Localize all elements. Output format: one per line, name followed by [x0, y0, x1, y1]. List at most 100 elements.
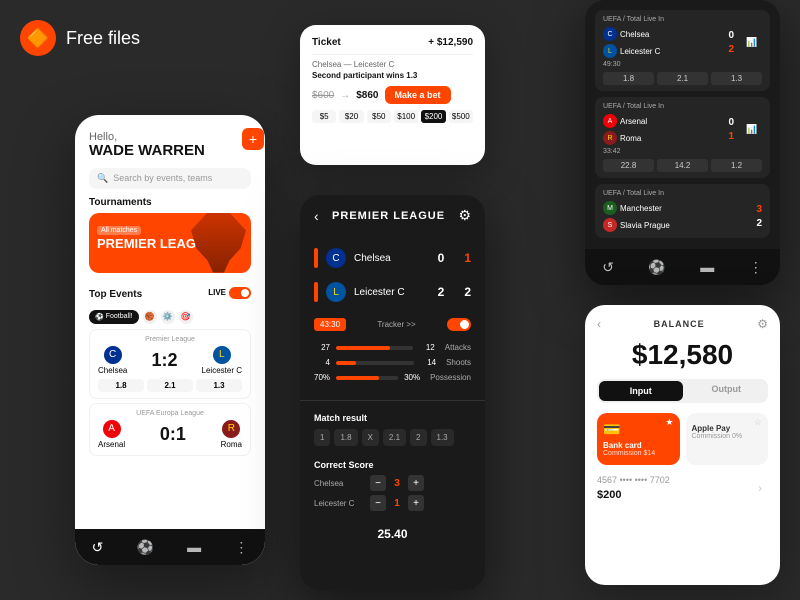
- team-row-leicester: L Leicester C 2 2: [314, 278, 471, 306]
- app-title: Free files: [66, 28, 140, 49]
- chelsea-minus[interactable]: −: [370, 475, 386, 491]
- team1-arsenal: A Arsenal: [98, 420, 125, 449]
- bank-card-option[interactable]: 💳 Bank card Commission $14 ★: [597, 413, 680, 465]
- leicester-icon: L: [326, 282, 346, 302]
- card-info-row: 4567 •••• •••• 7702 $200 ›: [597, 475, 768, 501]
- balance-header: ‹ BALANCE ⚙: [597, 317, 768, 331]
- rnav-card-icon[interactable]: ▬: [700, 259, 714, 275]
- result-2[interactable]: 2: [410, 429, 426, 446]
- team1-name: Arsenal: [98, 440, 125, 449]
- cs-team2: Leicester C: [314, 499, 364, 508]
- match-card-2[interactable]: UEFA Europa League A Arsenal 0:1 R Roma: [89, 403, 251, 456]
- result-1[interactable]: 1: [314, 429, 330, 446]
- attacks-bar: [336, 346, 413, 350]
- card-number: 4567 •••• •••• 7702: [597, 475, 768, 485]
- tournament-card[interactable]: All matches PREMIER LEAGUE: [89, 213, 251, 273]
- result-1.8[interactable]: 1.8: [334, 429, 357, 446]
- live-toggle[interactable]: [229, 287, 251, 299]
- leicester-plus[interactable]: +: [408, 495, 424, 511]
- ticket-match: Chelsea — Leicester C: [312, 60, 473, 69]
- leicester-minus[interactable]: −: [370, 495, 386, 511]
- divider-1: [300, 400, 485, 401]
- back-icon[interactable]: ‹: [314, 208, 319, 224]
- live-label: LIVE: [208, 288, 226, 297]
- phone-left: Hello, WADE WARREN 🔍 Search by events, t…: [75, 115, 265, 565]
- top-bar: 🔶 Free files: [20, 20, 140, 56]
- apple-pay-option[interactable]: Apple Pay Commission 0% ☆: [686, 413, 769, 465]
- team-row-chelsea: C Chelsea 0 1: [314, 244, 471, 272]
- card-amount: $200: [597, 489, 768, 501]
- qa-50[interactable]: $50: [367, 110, 391, 123]
- team2-roma: R Roma: [221, 420, 242, 449]
- rmi3-t1-icon: M: [603, 201, 617, 215]
- right-match-1: UEFA / Total Live In C Chelsea L Leicest…: [595, 10, 770, 91]
- odd-3[interactable]: 1.3: [196, 379, 242, 392]
- ticket-win-type: Second participant wins 1.3: [312, 71, 473, 80]
- input-btn[interactable]: Input: [599, 381, 683, 401]
- cs-team1: Chelsea: [314, 479, 364, 488]
- rnav-menu-icon[interactable]: ⋮: [749, 259, 763, 276]
- poss-bar: [336, 376, 398, 380]
- poss-home-val: 70%: [314, 373, 330, 382]
- qa-20[interactable]: $20: [339, 110, 363, 123]
- stats-section: 27 12 Attacks 4 14 Shoots 70% 30% Posses…: [300, 335, 485, 396]
- score-display2: 0:1: [160, 424, 186, 445]
- balance-prev-icon[interactable]: ‹: [597, 317, 601, 331]
- sport-icon-3[interactable]: 🎯: [179, 310, 193, 324]
- nav-menu-icon[interactable]: ⋮: [234, 539, 248, 556]
- input-output-toggle: Input Output: [597, 379, 768, 403]
- qa-5[interactable]: $5: [312, 110, 336, 123]
- poss-label: Possession: [430, 373, 471, 382]
- poss-fill: [336, 376, 379, 380]
- nav-sport-icon[interactable]: ⚽: [137, 539, 154, 556]
- payment-methods: 💳 Bank card Commission $14 ★ Apple Pay C…: [597, 413, 768, 465]
- live-toggle-dark[interactable]: [447, 318, 471, 331]
- rmi1-t2-icon: L: [603, 44, 617, 58]
- make-bet-button[interactable]: Make a bet: [385, 86, 451, 104]
- rmi2-time: 33:42: [603, 148, 762, 155]
- rnav-refresh-icon[interactable]: ↺: [602, 259, 614, 276]
- football-chip[interactable]: ⚽ Football!: [89, 310, 139, 324]
- qa-100[interactable]: $100: [394, 110, 418, 123]
- result-options: 1 1.8 X 2.1 2 1.3: [314, 429, 471, 446]
- result-x[interactable]: X: [362, 429, 379, 446]
- chelsea-plus[interactable]: +: [408, 475, 424, 491]
- search-bar[interactable]: 🔍 Search by events, teams: [89, 168, 251, 189]
- output-btn[interactable]: Output: [685, 379, 769, 403]
- sport-icon-2[interactable]: ⚙️: [161, 310, 175, 324]
- match1-league: Premier League: [98, 336, 242, 343]
- score4-dark: 2: [464, 285, 471, 299]
- sport-icon-1[interactable]: 🏀: [143, 310, 157, 324]
- chelsea-icon: C: [326, 248, 346, 268]
- bottom-nav: ↺ ⚽ ▬ ⋮: [75, 529, 265, 565]
- tracker-label: Tracker >>: [377, 320, 415, 329]
- qa-500[interactable]: $500: [449, 110, 473, 123]
- odd-1[interactable]: 1.8: [98, 379, 144, 392]
- settings-icon[interactable]: ⚙: [458, 207, 471, 224]
- odd-2[interactable]: 2.1: [147, 379, 193, 392]
- apple-star-icon: ☆: [754, 417, 762, 428]
- match-result-section: Match result 1 1.8 X 2.1 2 1.3: [300, 405, 485, 454]
- attacks-fill: [336, 346, 390, 350]
- rmi2-odds: 22.8 14.2 1.2: [603, 159, 762, 172]
- add-button[interactable]: +: [242, 128, 264, 150]
- nav-card-icon[interactable]: ▬: [187, 539, 201, 555]
- correct-score-title: Correct Score: [314, 460, 471, 470]
- rmi1-time: 49:30: [603, 61, 762, 68]
- leicester-score-val: 1: [390, 498, 404, 509]
- attacks-away-val: 12: [419, 343, 435, 352]
- leicester-score-row: Leicester C − 1 +: [314, 495, 471, 511]
- team1-name: Chelsea: [98, 366, 127, 375]
- rnav-sport-icon[interactable]: ⚽: [648, 259, 665, 276]
- rmi1-t1-icon: C: [603, 27, 617, 41]
- match-card-1[interactable]: Premier League C Chelsea 1:2 L Leicester…: [89, 329, 251, 399]
- score-display: 1:2: [151, 350, 177, 371]
- nav-home-icon[interactable]: ↺: [92, 539, 104, 556]
- qa-200[interactable]: $200: [421, 110, 445, 123]
- result-1.3[interactable]: 1.3: [431, 429, 454, 446]
- team1-chelsea: C Chelsea: [98, 346, 127, 375]
- odds-row: 1.8 2.1 1.3: [98, 379, 242, 392]
- balance-settings-icon[interactable]: ⚙: [757, 317, 768, 331]
- result-2.1[interactable]: 2.1: [383, 429, 406, 446]
- sport-icons-row: ⚽ Football! 🏀 ⚙️ 🎯: [89, 310, 251, 324]
